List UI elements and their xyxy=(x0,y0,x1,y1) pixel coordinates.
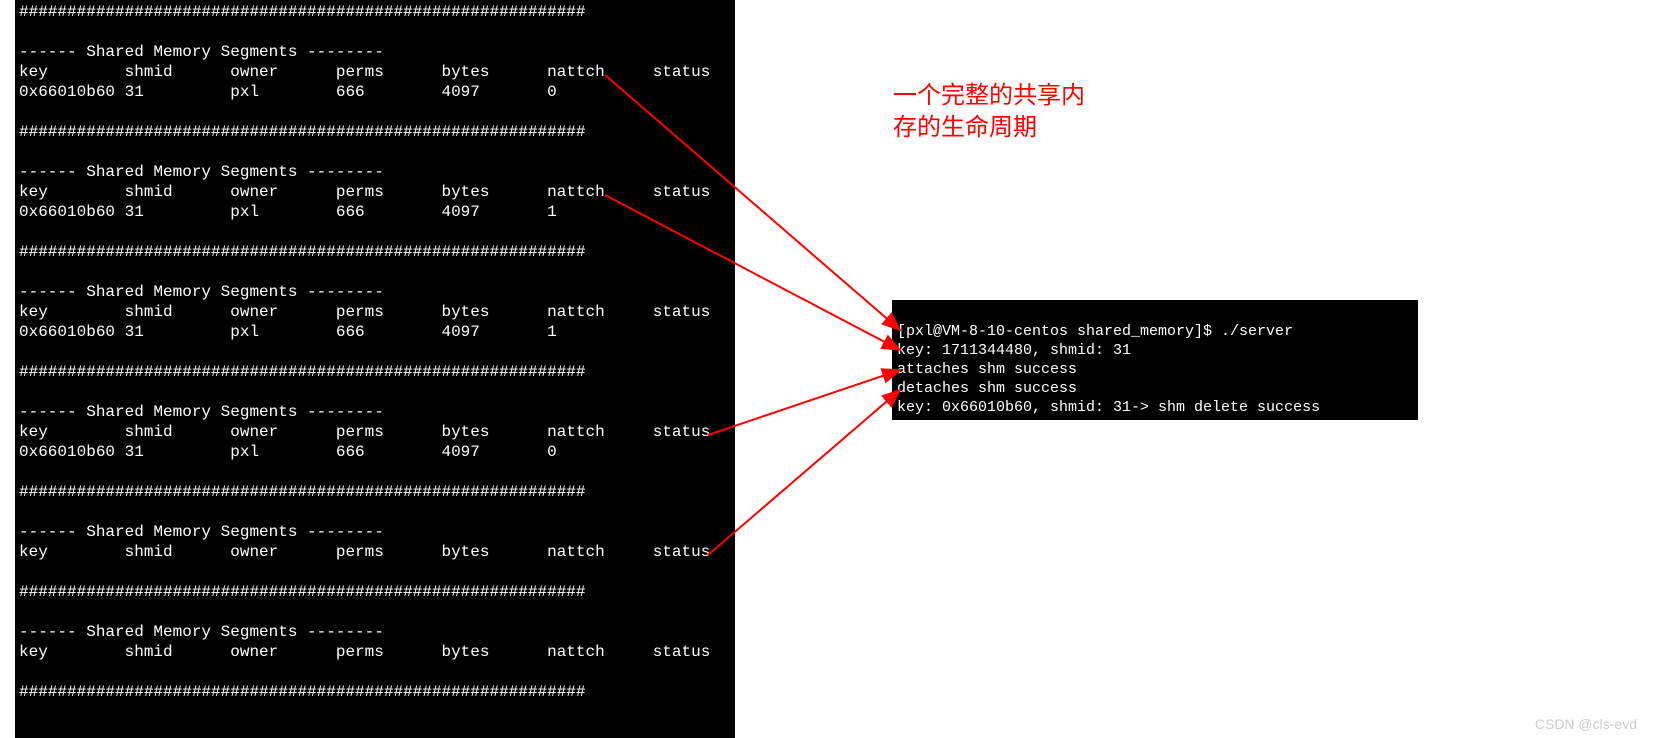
terminal-line: detaches shm success xyxy=(897,380,1077,397)
left-terminal: ########################################… xyxy=(15,0,735,738)
terminal-line: key: 1711344480, shmid: 31 xyxy=(897,342,1131,359)
watermark: CSDN @cls-evd xyxy=(1535,716,1637,732)
terminal-line: attaches shm success xyxy=(897,361,1077,378)
annotation-line: 一个完整的共享内 xyxy=(893,80,1085,112)
terminal-line: key: 0x66010b60, shmid: 31-> shm delete … xyxy=(897,399,1320,416)
arrow-line xyxy=(708,370,900,435)
annotation-line: 存的生命周期 xyxy=(893,112,1085,144)
arrow-line xyxy=(708,390,900,555)
annotation-text: 一个完整的共享内 存的生命周期 xyxy=(893,80,1085,144)
terminal-prompt: [pxl@VM-8-10-centos shared_memory]$ ./se… xyxy=(897,323,1293,340)
right-terminal: [pxl@VM-8-10-centos shared_memory]$ ./se… xyxy=(892,300,1418,420)
